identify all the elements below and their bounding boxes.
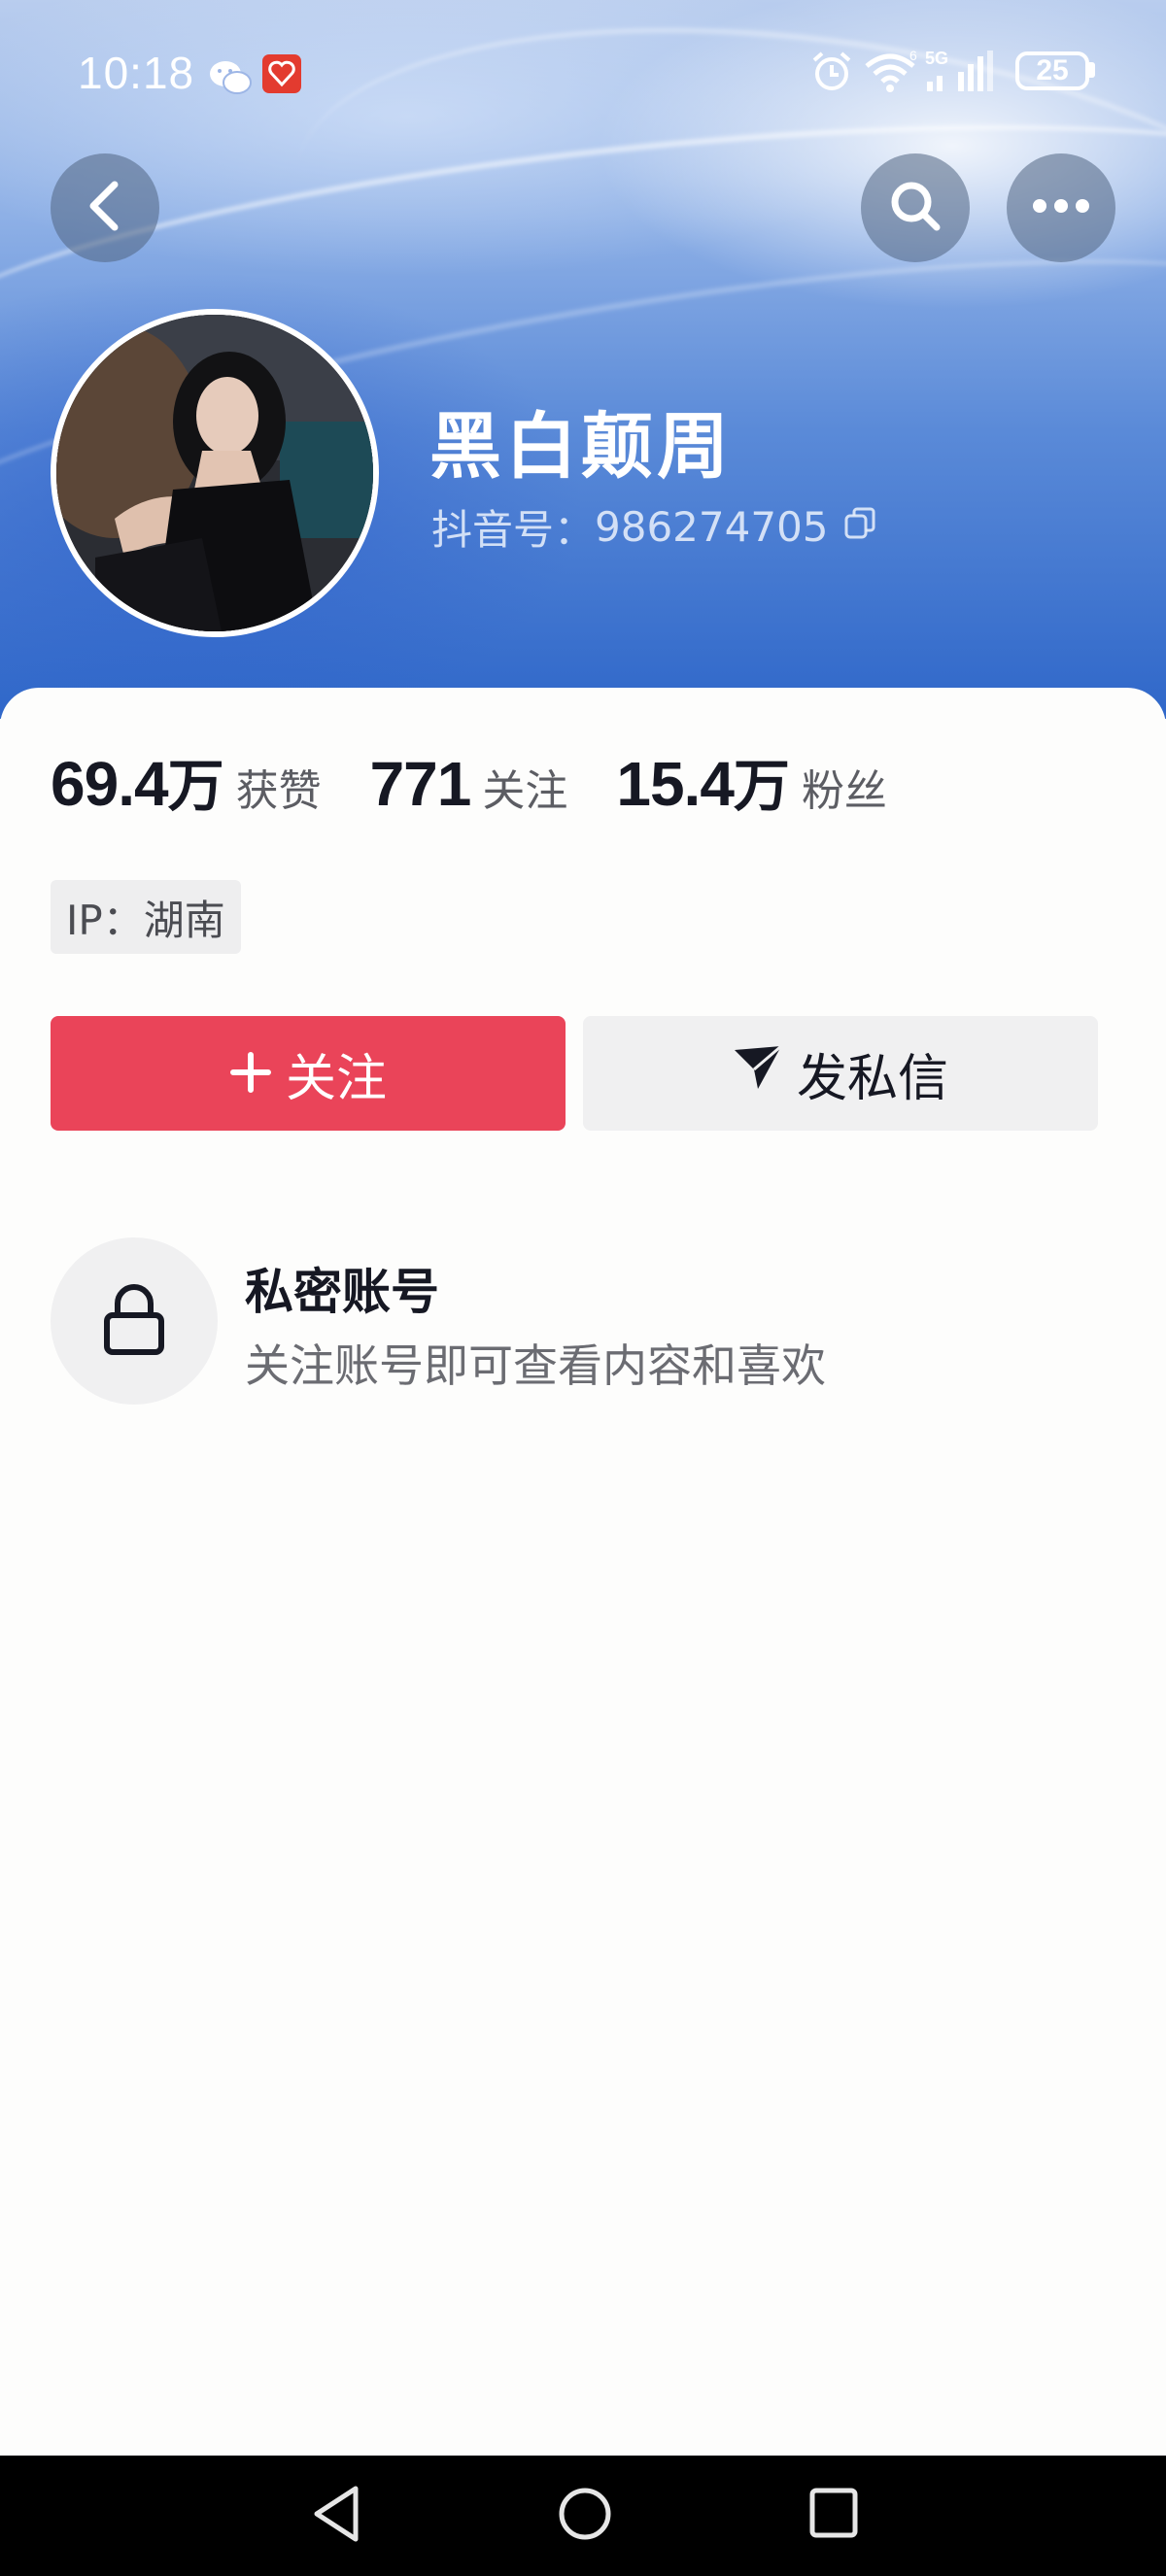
stat-followers-unit: 万: [733, 753, 790, 819]
alarm-icon: [810, 51, 853, 97]
private-account-lock: [51, 1237, 218, 1405]
back-button[interactable]: [51, 153, 159, 262]
status-bar: 10:18 6 5G 25: [0, 39, 1166, 107]
more-horizontal-icon: [1032, 198, 1090, 218]
wechat-icon: [208, 58, 253, 101]
battery-tip: [1089, 62, 1095, 78]
svg-text:6: 6: [909, 51, 917, 63]
svg-text:5G: 5G: [925, 49, 948, 68]
plus-icon: [229, 1042, 272, 1104]
private-account-description: 关注账号即可查看内容和喜欢: [245, 1339, 826, 1392]
battery-icon: 25: [1015, 51, 1089, 90]
account-id-label: 抖音号：: [431, 506, 596, 554]
stat-likes-label: 获赞: [235, 766, 322, 816]
send-message-button[interactable]: 发私信: [583, 1016, 1098, 1131]
status-time: 10:18: [78, 48, 195, 98]
send-message-label: 发私信: [796, 1049, 948, 1108]
stat-followers-label: 粉丝: [801, 766, 887, 816]
copy-icon[interactable]: [842, 503, 877, 551]
app-notification-icon: [262, 54, 301, 97]
more-button[interactable]: [1007, 153, 1115, 262]
nav-recents-icon[interactable]: [805, 2483, 863, 2549]
lock-icon: [102, 1282, 166, 1360]
account-id-value: 986274705: [595, 503, 829, 551]
paper-plane-icon: [733, 1044, 797, 1103]
chevron-left-icon: [86, 179, 124, 237]
private-account-title: 私密账号: [245, 1264, 439, 1320]
stat-following-label: 关注: [482, 766, 568, 816]
stat-likes[interactable]: 69.4 万 获赞: [51, 740, 322, 822]
stats-row: 69.4 万 获赞 771 关注 15.4 万 粉丝: [51, 740, 936, 820]
nav-home-icon[interactable]: [556, 2483, 614, 2549]
stat-following-number: 771: [369, 749, 472, 819]
follow-button-label: 关注: [285, 1049, 387, 1108]
nav-back-icon[interactable]: [309, 2483, 363, 2549]
stat-followers[interactable]: 15.4 万 粉丝: [616, 740, 887, 822]
stat-likes-unit: 万: [167, 753, 224, 819]
search-icon: [888, 179, 943, 237]
avatar-photo: [56, 315, 373, 631]
stat-following[interactable]: 771 关注: [370, 748, 568, 820]
avatar[interactable]: [51, 309, 379, 637]
follow-button[interactable]: 关注: [51, 1016, 566, 1131]
search-button[interactable]: [861, 153, 970, 262]
display-name: 黑白颠周: [429, 405, 733, 489]
5g-signal-icon: 5G: [925, 49, 995, 97]
ip-location-tag: IP：湖南: [51, 880, 241, 954]
stat-followers-number: 15.4: [616, 749, 735, 819]
account-id-row[interactable]: 抖音号： 986274705: [431, 497, 877, 557]
stat-likes-number: 69.4: [51, 749, 169, 819]
wifi-icon: 6: [863, 48, 917, 97]
system-nav-bar: [0, 2456, 1166, 2576]
